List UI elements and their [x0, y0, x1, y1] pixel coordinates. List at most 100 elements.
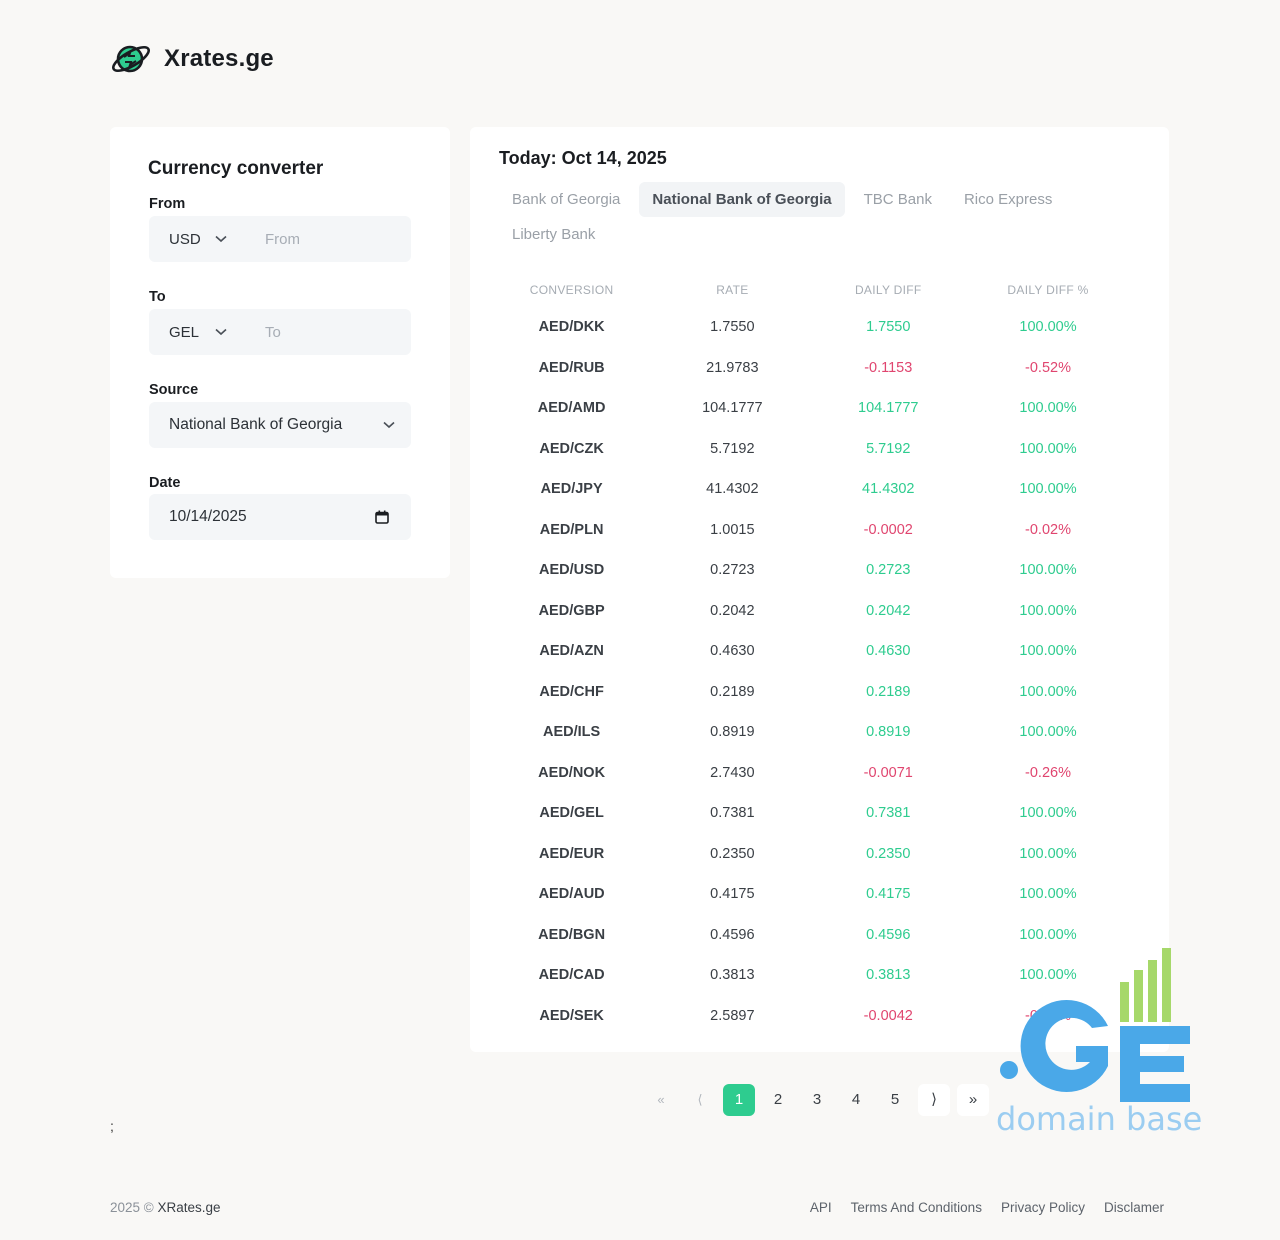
- tab-liberty-bank[interactable]: Liberty Bank: [499, 217, 608, 252]
- page-2-button[interactable]: 2: [762, 1084, 794, 1116]
- to-currency-select[interactable]: GEL: [149, 309, 245, 355]
- daily-diff-cell: 0.4175: [866, 886, 911, 903]
- daily-diff-pct-cell: 100.00%: [1019, 562, 1077, 579]
- rate-cell: 0.2350: [710, 845, 755, 862]
- footer-links: API Terms And Conditions Privacy Policy …: [810, 1200, 1164, 1215]
- rate-cell: 5.7192: [710, 440, 755, 457]
- footer-site-link[interactable]: XRates.ge: [158, 1200, 221, 1215]
- page-3-button[interactable]: 3: [801, 1084, 833, 1116]
- table-row: AED/USD 0.2723 0.2723 100.00%: [499, 550, 1140, 591]
- to-label: To: [149, 289, 166, 305]
- daily-diff-pct-cell: -0.02%: [1025, 521, 1071, 538]
- daily-diff-pct-cell: 100.00%: [1019, 400, 1077, 417]
- daily-diff-cell: 0.3813: [866, 967, 911, 984]
- calendar-icon[interactable]: [375, 510, 389, 524]
- prev-page-button[interactable]: ⟨: [684, 1084, 716, 1116]
- watermark-caption: domain base: [996, 1100, 1203, 1138]
- from-currency-value: USD: [169, 230, 201, 248]
- rate-cell: 21.9783: [706, 359, 759, 376]
- daily-diff-cell: 0.7381: [866, 805, 911, 822]
- page-5-button[interactable]: 5: [879, 1084, 911, 1116]
- table-row: AED/CHF 0.2189 0.2189 100.00%: [499, 672, 1140, 713]
- footer-link-disclaimer[interactable]: Disclamer: [1104, 1200, 1164, 1215]
- daily-diff-cell: -0.0071: [863, 764, 913, 781]
- table-row: AED/NOK 2.7430 -0.0071 -0.26%: [499, 753, 1140, 794]
- pair-cell: AED/SEK: [539, 1007, 604, 1024]
- rate-cell: 0.8919: [710, 724, 755, 741]
- daily-diff-cell: 41.4302: [862, 481, 915, 498]
- date-input[interactable]: 10/14/2025: [149, 494, 411, 540]
- stray-text: ;: [110, 1118, 114, 1134]
- from-currency-select[interactable]: USD: [149, 216, 245, 262]
- page-4-button[interactable]: 4: [840, 1084, 872, 1116]
- table-row: AED/DKK 1.7550 1.7550 100.00%: [499, 307, 1140, 348]
- pagination: « ⟨ 1 2 3 4 5 ⟩ »: [645, 1084, 989, 1116]
- daily-diff-pct-cell: 100.00%: [1019, 724, 1077, 741]
- daily-diff-pct-cell: 100.00%: [1019, 683, 1077, 700]
- tab-bank-of-georgia[interactable]: Bank of Georgia: [499, 182, 633, 217]
- rate-cell: 1.7550: [710, 319, 755, 336]
- daily-diff-pct-cell: 100.00%: [1019, 886, 1077, 903]
- first-page-button[interactable]: «: [645, 1084, 677, 1116]
- date-value: 10/14/2025: [169, 508, 247, 525]
- daily-diff-cell: 1.7550: [866, 319, 911, 336]
- table-row: AED/PLN 1.0015 -0.0002 -0.02%: [499, 510, 1140, 551]
- daily-diff-pct-cell: 100.00%: [1019, 805, 1077, 822]
- brand-name[interactable]: Xrates.ge: [164, 45, 274, 73]
- daily-diff-pct-cell: 100.00%: [1019, 926, 1077, 943]
- page-1-button[interactable]: 1: [723, 1084, 755, 1116]
- pair-cell: AED/RUB: [538, 359, 605, 376]
- rate-cell: 1.0015: [710, 521, 755, 538]
- today-date-title: Today: Oct 14, 2025: [499, 148, 667, 168]
- planet-exchange-icon[interactable]: [110, 40, 152, 78]
- daily-diff-pct-cell: 100.00%: [1019, 845, 1077, 862]
- table-header: CONVERSION RATE DAILY DIFF DAILY DIFF %: [499, 272, 1140, 307]
- pair-cell: AED/AMD: [537, 400, 606, 417]
- daily-diff-pct-cell: -0.52%: [1025, 359, 1071, 376]
- rate-cell: 0.7381: [710, 805, 755, 822]
- pair-cell: AED/DKK: [538, 319, 605, 336]
- from-amount-input[interactable]: From: [245, 231, 411, 248]
- to-currency-value: GEL: [169, 323, 200, 341]
- pair-cell: AED/ILS: [543, 724, 601, 741]
- tab-national-bank-of-georgia[interactable]: National Bank of Georgia: [639, 182, 845, 217]
- tab-rico-express[interactable]: Rico Express: [951, 182, 1065, 217]
- table-row: AED/AZN 0.4630 0.4630 100.00%: [499, 631, 1140, 672]
- source-label: Source: [149, 382, 199, 398]
- daily-diff-pct-cell: 100.00%: [1019, 643, 1077, 660]
- last-page-button[interactable]: »: [957, 1084, 989, 1116]
- footer-copyright: 2025 © XRates.ge: [110, 1200, 221, 1215]
- daily-diff-cell: 0.2042: [866, 602, 911, 619]
- rate-cell: 41.4302: [706, 481, 759, 498]
- pair-cell: AED/EUR: [538, 845, 605, 862]
- table-row: AED/RUB 21.9783 -0.1153 -0.52%: [499, 348, 1140, 389]
- to-field: GEL To: [149, 309, 411, 355]
- col-conversion: CONVERSION: [529, 282, 614, 297]
- to-amount-input[interactable]: To: [245, 324, 411, 341]
- pair-cell: AED/JPY: [540, 481, 603, 498]
- next-page-button[interactable]: ⟩: [918, 1084, 950, 1116]
- table-row: AED/CZK 5.7192 5.7192 100.00%: [499, 429, 1140, 470]
- from-label: From: [149, 196, 186, 212]
- table-row: AED/JPY 41.4302 41.4302 100.00%: [499, 469, 1140, 510]
- source-select[interactable]: National Bank of Georgia: [149, 402, 411, 448]
- daily-diff-cell: 5.7192: [866, 440, 911, 457]
- chevron-down-icon: [383, 421, 395, 429]
- table-row: AED/GEL 0.7381 0.7381 100.00%: [499, 793, 1140, 834]
- rates-card: Today: Oct 14, 2025 Bank of Georgia Nati…: [470, 127, 1169, 1052]
- table-row: AED/GBP 0.2042 0.2042 100.00%: [499, 591, 1140, 632]
- footer-link-terms[interactable]: Terms And Conditions: [851, 1200, 982, 1215]
- rate-cell: 0.2189: [710, 683, 755, 700]
- daily-diff-cell: 104.1777: [858, 400, 919, 417]
- footer-link-privacy[interactable]: Privacy Policy: [1001, 1200, 1085, 1215]
- pair-cell: AED/CAD: [538, 967, 605, 984]
- pair-cell: AED/GBP: [538, 602, 605, 619]
- tab-tbc-bank[interactable]: TBC Bank: [851, 182, 945, 217]
- pair-cell: AED/AUD: [538, 886, 605, 903]
- pair-cell: AED/PLN: [539, 521, 604, 538]
- chevron-down-icon: [215, 235, 227, 243]
- table-row: AED/EUR 0.2350 0.2350 100.00%: [499, 834, 1140, 875]
- pair-cell: AED/CZK: [539, 440, 604, 457]
- footer-link-api[interactable]: API: [810, 1200, 832, 1215]
- col-rate: RATE: [716, 282, 749, 297]
